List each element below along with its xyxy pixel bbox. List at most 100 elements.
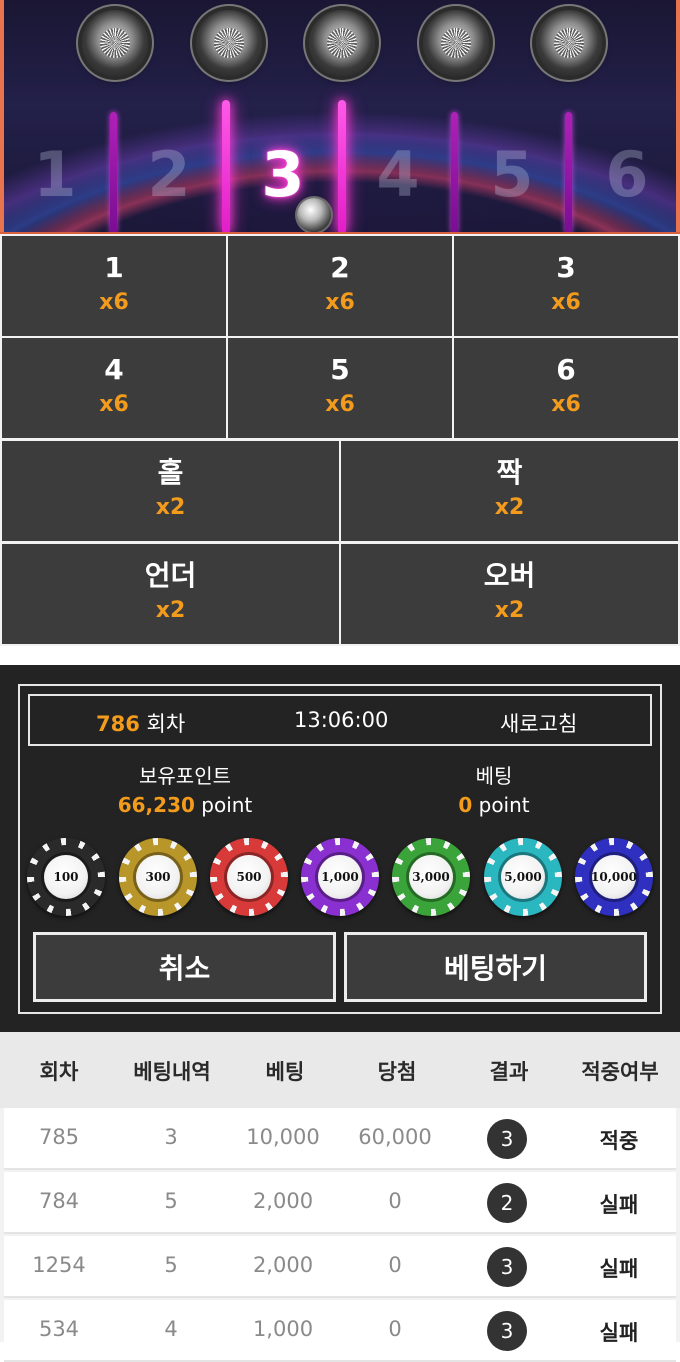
slot-divider-highlight [338,100,346,232]
bet-option-over[interactable]: 오버 x2 [341,544,678,644]
held-points-unit: point [194,793,253,817]
chip-10000[interactable]: 10,000 [575,838,653,916]
cell-status: 실패 [599,1193,639,1217]
chip-300[interactable]: 300 [119,838,197,916]
cell-pick: 3 [164,1125,178,1149]
bet-points-number: 0 [458,793,473,817]
round-suffix: 회차 [139,712,186,736]
bet-option-label: 1 [104,251,124,284]
bet-points-unit: point [472,793,530,817]
peg-icon [309,10,375,76]
bet-option-2[interactable]: 2 x6 [228,236,452,336]
chip-value: 500 [227,855,271,899]
cell-bet: 2,000 [252,1189,314,1213]
held-points-number: 66,230 [117,793,195,817]
cell-pick: 4 [164,1317,178,1341]
bet-option-odds: x2 [494,495,525,520]
cell-round: 784 [38,1189,80,1213]
cell-bet: 1,000 [252,1317,314,1341]
result-badge: 3 [487,1119,527,1159]
bet-option-odds: x6 [325,290,355,315]
chip-value: 1,000 [318,855,362,899]
slot-number-2: 2 [147,138,191,211]
bet-option-5[interactable]: 5 x6 [228,338,452,438]
chip-3000[interactable]: 3,000 [392,838,470,916]
game-banner: 1 2 3 4 5 6 [0,0,680,234]
cell-status: 실패 [599,1257,639,1281]
peg-icon [423,10,489,76]
bet-option-odd[interactable]: 홀 x2 [2,441,339,541]
cell-status: 적중 [599,1129,639,1153]
cell-pick: 5 [164,1189,178,1213]
peg-icon [536,10,602,76]
bet-option-odds: x6 [551,290,581,315]
bet-option-odds: x6 [99,290,129,315]
column-header-hit: 적중여부 [581,1060,659,1084]
table-row: 785 3 10,000 60,000 3 적중 [4,1108,676,1170]
banner-edge-right [676,0,680,232]
bet-option-4[interactable]: 4 x6 [2,338,226,438]
bet-grid: 1 x6 2 x6 3 x6 4 x6 5 x6 6 x6 홀 x2 짝 x2 … [0,234,680,646]
bet-option-label: 6 [556,353,576,386]
bet-option-label: 4 [104,353,124,386]
result-badge: 3 [487,1247,527,1287]
bet-option-label: 2 [330,251,350,284]
cell-result: 3 [450,1311,564,1351]
banner-edge-left [0,0,4,232]
chip-value: 5,000 [501,855,545,899]
cancel-button[interactable]: 취소 [33,932,336,1002]
chip-value: 10,000 [591,855,637,899]
slot-divider [110,112,117,232]
bet-option-under[interactable]: 언더 x2 [2,544,339,644]
cell-bet: 2,000 [252,1253,314,1277]
column-header-bet: 베팅 [265,1060,305,1084]
chip-value: 100 [44,855,88,899]
cell-result: 2 [450,1183,564,1223]
round-number: 786 [96,712,140,736]
bet-option-odds: x6 [325,392,355,417]
column-header-win: 당첨 [377,1060,417,1084]
round-label: 786 회차 [96,708,185,738]
bet-option-odds: x2 [155,598,186,623]
refresh-button[interactable]: 새로고침 [500,708,577,738]
bet-points: 베팅 0 point [384,762,604,820]
bet-option-label: 오버 [483,559,536,592]
cell-status: 실패 [599,1321,639,1345]
chip-5000[interactable]: 5,000 [484,838,562,916]
cell-result: 3 [450,1119,564,1159]
chip-value: 300 [136,855,180,899]
held-points-value: 66,230 point [75,790,295,820]
place-bet-button[interactable]: 베팅하기 [344,932,647,1002]
bet-option-3[interactable]: 3 x6 [454,236,678,336]
table-row: 784 5 2,000 0 2 실패 [4,1172,676,1234]
chip-value: 3,000 [409,855,453,899]
round-info-bar: 786 회차 13:06:00 새로고침 [28,694,652,746]
bet-points-value: 0 point [384,790,604,820]
bet-option-label: 홀 [157,456,184,489]
bet-option-1[interactable]: 1 x6 [2,236,226,336]
cell-win: 0 [388,1189,402,1213]
bet-option-odds: x2 [155,495,186,520]
table-row: 1254 5 2,000 0 3 실패 [4,1236,676,1298]
chip-1000[interactable]: 1,000 [301,838,379,916]
bet-option-odds: x2 [494,598,525,623]
bet-option-6[interactable]: 6 x6 [454,338,678,438]
chip-500[interactable]: 500 [210,838,288,916]
cell-win: 0 [388,1317,402,1341]
chip-100[interactable]: 100 [27,838,105,916]
slot-number-6: 6 [605,138,649,211]
slot-number-4: 4 [376,138,420,211]
column-header-result: 결과 [489,1060,529,1084]
history-table-header: 회차 베팅내역 베팅 당첨 결과 적중여부 [0,1032,680,1108]
peg-icon [82,10,148,76]
bet-option-even[interactable]: 짝 x2 [341,441,678,541]
peg-icon [196,10,262,76]
slot-divider-highlight [222,100,230,232]
ball-icon [297,198,331,232]
cell-result: 3 [450,1247,564,1287]
slot-divider [451,112,458,232]
cell-win: 60,000 [358,1125,432,1149]
slot-divider [565,112,572,232]
held-points: 보유포인트 66,230 point [75,762,295,820]
cell-round: 1254 [32,1253,86,1277]
